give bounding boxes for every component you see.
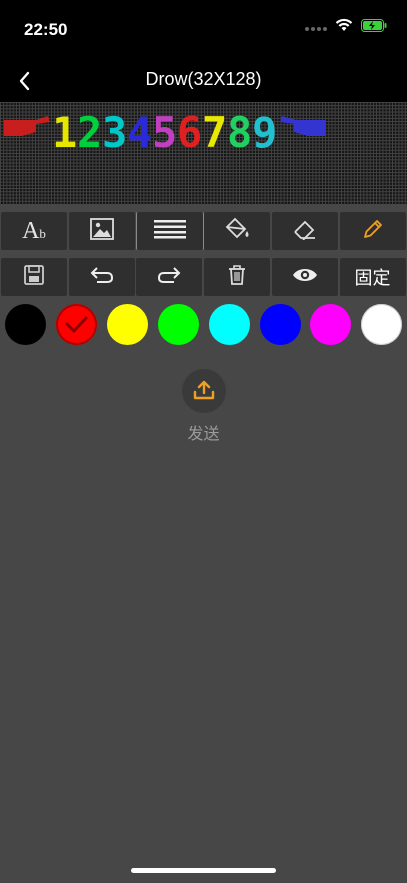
color-swatch[interactable] bbox=[157, 304, 199, 345]
text-tool-button[interactable]: Ab bbox=[1, 212, 67, 250]
color-swatch[interactable] bbox=[310, 304, 352, 345]
led-digit: 3 bbox=[102, 108, 127, 157]
hand-left-icon bbox=[4, 116, 50, 136]
led-digit: 9 bbox=[252, 108, 277, 157]
eraser-tool-button[interactable] bbox=[271, 212, 338, 250]
color-swatch[interactable] bbox=[361, 304, 403, 345]
color-swatch[interactable] bbox=[208, 304, 250, 345]
eye-icon bbox=[291, 266, 319, 289]
navigation-bar: Drow(32X128) bbox=[0, 60, 407, 102]
color-swatch[interactable] bbox=[5, 304, 46, 345]
redo-icon bbox=[156, 265, 182, 290]
led-digit: 8 bbox=[227, 108, 252, 157]
led-digit: 2 bbox=[77, 108, 102, 157]
send-button[interactable] bbox=[182, 369, 226, 413]
wifi-icon bbox=[335, 18, 353, 37]
fixed-button[interactable]: 固定 bbox=[339, 258, 406, 296]
lines-icon bbox=[153, 219, 187, 244]
paint-bucket-icon bbox=[223, 217, 251, 246]
preview-button[interactable] bbox=[271, 258, 338, 296]
save-icon bbox=[23, 264, 45, 291]
upload-icon bbox=[193, 380, 215, 400]
action-toolbar: 固定 bbox=[0, 258, 407, 298]
pencil-icon bbox=[361, 217, 385, 246]
color-swatch[interactable] bbox=[55, 304, 97, 345]
signal-dots-icon bbox=[305, 19, 327, 37]
status-icons bbox=[305, 18, 387, 37]
status-time: 22:50 bbox=[24, 20, 68, 39]
led-digit: 6 bbox=[177, 108, 202, 157]
eraser-icon bbox=[291, 218, 319, 245]
battery-charging-icon bbox=[361, 18, 387, 37]
trash-icon bbox=[227, 264, 247, 291]
delete-button[interactable] bbox=[204, 258, 271, 296]
led-digit: 1 bbox=[52, 108, 77, 157]
redo-button[interactable] bbox=[136, 258, 203, 296]
led-digit: 4 bbox=[127, 108, 152, 157]
led-digit: 7 bbox=[202, 108, 227, 157]
undo-icon bbox=[89, 265, 115, 290]
send-label: 发送 bbox=[187, 426, 220, 443]
status-bar: 22:50 bbox=[0, 0, 407, 60]
led-canvas[interactable]: 123456789 bbox=[0, 102, 407, 204]
text-icon: Ab bbox=[22, 217, 46, 244]
fill-tool-button[interactable] bbox=[204, 212, 271, 250]
save-button[interactable] bbox=[1, 258, 67, 296]
image-icon bbox=[89, 217, 114, 245]
hand-right-icon bbox=[280, 116, 326, 136]
fixed-label: 固定 bbox=[354, 268, 391, 288]
lines-tool-button[interactable] bbox=[136, 212, 205, 250]
pencil-tool-button[interactable] bbox=[339, 212, 406, 250]
drawing-toolbar: Ab bbox=[0, 212, 407, 252]
image-tool-button[interactable] bbox=[68, 212, 135, 250]
checkmark-icon bbox=[65, 316, 88, 333]
led-digit: 5 bbox=[152, 108, 177, 157]
led-content: 123456789 bbox=[4, 108, 326, 157]
undo-button[interactable] bbox=[68, 258, 135, 296]
color-swatch[interactable] bbox=[259, 304, 301, 345]
color-swatch[interactable] bbox=[106, 304, 148, 345]
page-title: Drow(32X128) bbox=[145, 69, 262, 89]
home-indicator bbox=[131, 868, 276, 873]
